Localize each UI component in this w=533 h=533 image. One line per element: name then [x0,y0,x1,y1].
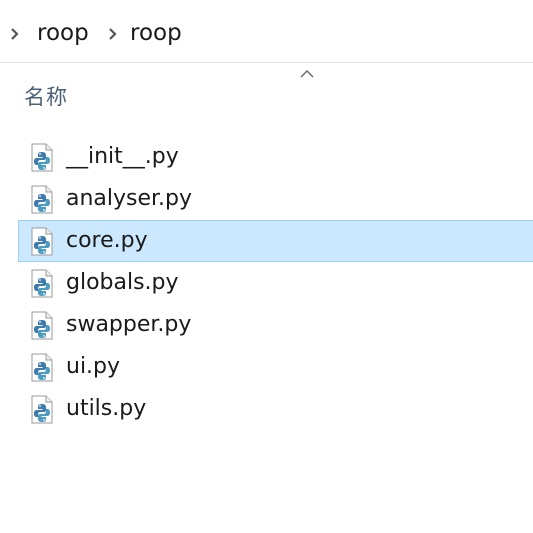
python-file-icon [31,143,53,172]
column-header-name[interactable]: 名称 [24,82,68,112]
file-name: globals.py [66,270,179,295]
file-list: __init__.py analyser.py core.py globals.… [18,136,533,430]
python-file-icon [31,227,53,256]
python-file-icon [31,185,53,214]
file-row[interactable]: swapper.py [18,304,533,346]
file-name: core.py [66,228,148,253]
file-row[interactable]: __init__.py [18,136,533,178]
file-name: swapper.py [66,312,192,337]
breadcrumb-item-roop[interactable]: roop [37,17,89,49]
file-explorer-window: roop roop 名称 __init__.py analyser.py cor… [0,0,533,533]
file-name: utils.py [66,396,147,421]
file-row-selected[interactable]: core.py [18,220,533,262]
file-name: ui.py [66,354,121,379]
file-row[interactable]: globals.py [18,262,533,304]
breadcrumb-item-roop-current[interactable]: roop [130,17,182,49]
file-name: analyser.py [66,186,193,211]
file-row[interactable]: analyser.py [18,178,533,220]
file-row[interactable]: ui.py [18,346,533,388]
breadcrumb: roop roop [0,0,533,63]
file-row[interactable]: utils.py [18,388,533,430]
python-file-icon [31,311,53,340]
chevron-right-icon[interactable] [108,24,117,44]
python-file-icon [31,269,53,298]
python-file-icon [31,395,53,424]
file-name: __init__.py [66,144,179,169]
chevron-right-icon[interactable] [10,24,19,44]
python-file-icon [31,353,53,382]
sort-ascending-icon [300,70,314,78]
